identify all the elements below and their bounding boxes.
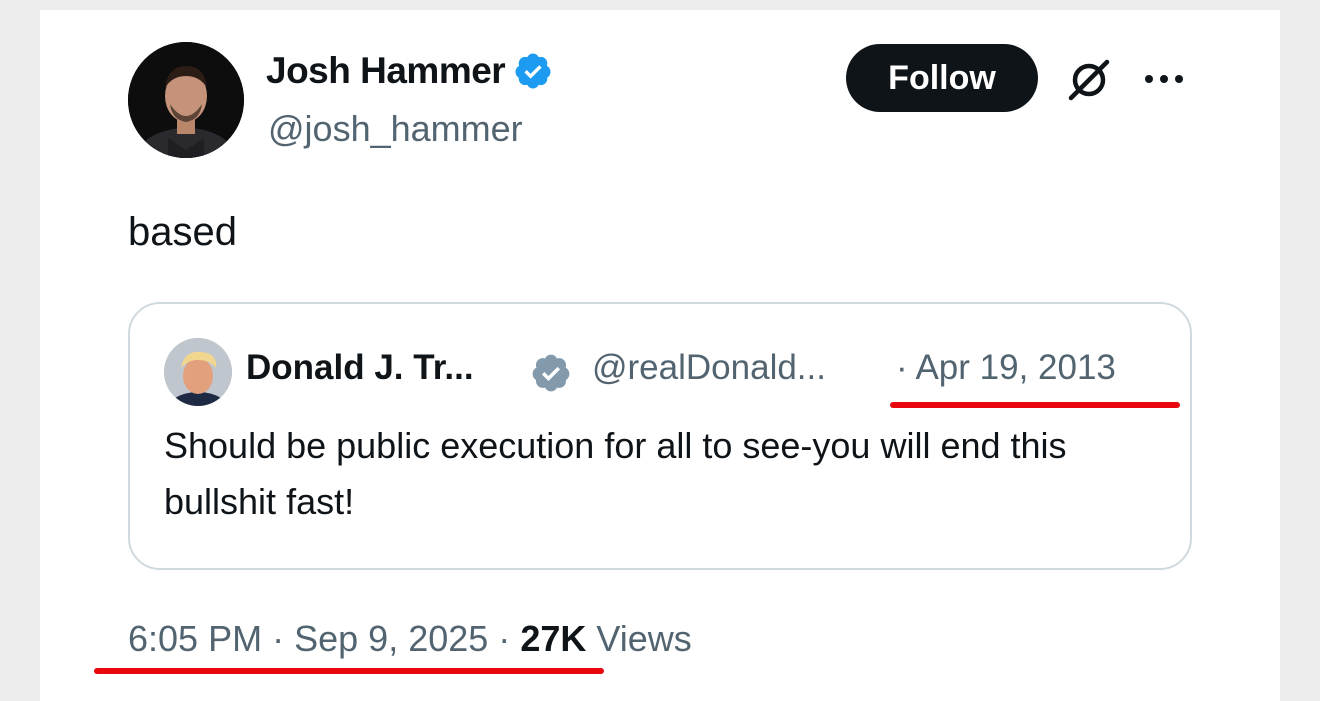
quoted-tweet[interactable]: Donald J. Tr... @realDonald... · Apr 19,… — [128, 302, 1192, 570]
red-underline-tweet-date — [94, 668, 604, 674]
quoted-tweet-text: Should be public execution for all to se… — [164, 425, 1067, 522]
author-avatar[interactable] — [128, 42, 244, 158]
verified-badge-icon — [532, 354, 570, 392]
quoted-author-avatar[interactable] — [164, 338, 232, 406]
meta-separator: · — [272, 618, 285, 659]
quoted-author-handle[interactable]: @realDonald... — [592, 348, 826, 388]
follow-button[interactable]: Follow — [846, 44, 1038, 112]
views-label: Views — [596, 618, 692, 659]
tweet-date[interactable]: Sep 9, 2025 — [294, 618, 488, 659]
tweet-meta: 6:05 PM · Sep 9, 2025 · 27K Views — [128, 618, 692, 660]
red-underline-quote-date — [890, 402, 1180, 408]
verified-badge-icon — [515, 53, 551, 89]
more-icon[interactable] — [1140, 64, 1188, 94]
tweet-card: Josh Hammer @josh_hammer Follow based Do… — [40, 10, 1280, 701]
author-name-text[interactable]: Josh Hammer — [266, 50, 506, 92]
quoted-tweet-date[interactable]: · Apr 19, 2013 — [896, 348, 1116, 388]
quoted-author-name[interactable]: Donald J. Tr... — [246, 348, 474, 388]
grok-icon[interactable] — [1065, 56, 1113, 104]
tweet-time[interactable]: 6:05 PM — [128, 618, 262, 659]
author-handle[interactable]: @josh_hammer — [268, 108, 523, 150]
tweet-text: based — [128, 210, 237, 254]
views-count: 27K — [520, 618, 587, 659]
meta-separator: · — [498, 618, 511, 659]
author-name[interactable]: Josh Hammer — [266, 50, 553, 92]
